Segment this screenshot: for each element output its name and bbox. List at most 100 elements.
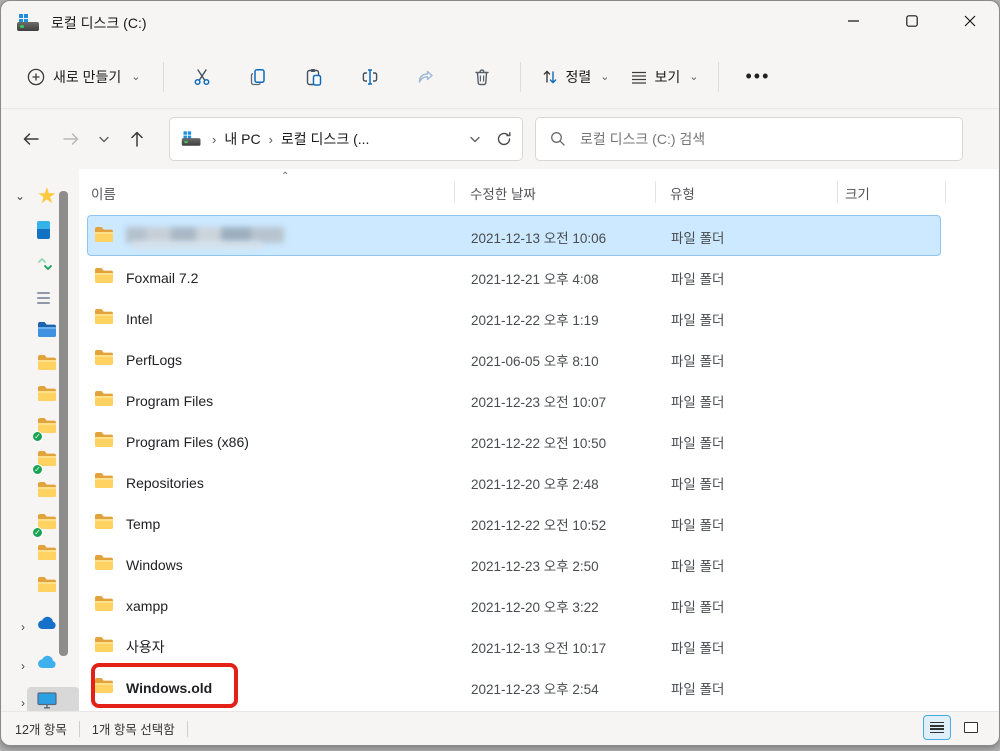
date-modified-cell: 2021-12-22 오전 10:50 bbox=[471, 421, 606, 462]
sort-ascending-icon: ⌃ bbox=[281, 171, 289, 182]
column-header-type[interactable]: 유형 bbox=[670, 183, 695, 203]
type-cell: 파일 폴더 bbox=[671, 298, 724, 339]
delete-button[interactable] bbox=[454, 58, 510, 96]
refresh-icon[interactable] bbox=[496, 131, 512, 147]
name-cell: Temp bbox=[94, 503, 160, 544]
large-icons-view-button[interactable] bbox=[957, 715, 985, 740]
sidebar-item-favorites-star[interactable]: ⌄★ bbox=[1, 185, 79, 211]
file-row[interactable]: Windows.old 2021-12-23 오후 2:54 파일 폴더 bbox=[87, 666, 941, 707]
file-row[interactable]: Program Files 2021-12-23 오전 10:07 파일 폴더 bbox=[87, 379, 941, 420]
file-row[interactable]: Foxmail 7.2 2021-12-21 오후 4:08 파일 폴더 bbox=[87, 256, 941, 297]
details-view-button[interactable] bbox=[923, 715, 951, 740]
chevron-right-icon[interactable]: › bbox=[21, 696, 25, 710]
search-box[interactable]: 로컬 디스크 (C:) 검색 bbox=[535, 117, 963, 161]
name-cell: Repositories bbox=[94, 462, 204, 503]
sidebar-item-cloud[interactable]: › bbox=[1, 655, 79, 681]
date-modified-cell: 2021-12-23 오후 2:50 bbox=[471, 544, 599, 585]
sidebar-item-folder[interactable] bbox=[1, 544, 79, 570]
minimize-button[interactable] bbox=[825, 1, 883, 41]
folder-icon bbox=[94, 431, 114, 453]
type-cell: 파일 폴더 bbox=[671, 380, 724, 421]
file-row[interactable]: PerfLogs 2021-06-05 오후 8:10 파일 폴더 bbox=[87, 338, 941, 379]
header-divider[interactable] bbox=[837, 181, 838, 203]
copy-button[interactable] bbox=[230, 58, 286, 96]
address-dropdown-icon[interactable] bbox=[470, 136, 480, 143]
sidebar-item-blue-folder[interactable] bbox=[1, 321, 79, 347]
sidebar-item-onedrive-cloud[interactable]: › bbox=[1, 616, 79, 642]
view-button[interactable]: 보기 ⌄ bbox=[620, 60, 709, 94]
file-row[interactable]: 사용자 2021-12-13 오전 10:17 파일 폴더 bbox=[87, 625, 941, 666]
folder-name: Repositories bbox=[126, 475, 204, 491]
header-divider[interactable] bbox=[655, 181, 656, 203]
header-divider[interactable] bbox=[454, 181, 455, 203]
sort-button[interactable]: 정렬 ⌄ bbox=[531, 60, 620, 94]
new-button[interactable]: 새로 만들기 ⌄ bbox=[15, 60, 153, 94]
file-row[interactable]: Temp 2021-12-22 오전 10:52 파일 폴더 bbox=[87, 502, 941, 543]
sidebar-item-folder-check[interactable]: ✓ bbox=[1, 513, 79, 539]
sync-arrows-icon bbox=[37, 257, 53, 276]
folder-icon bbox=[94, 308, 114, 330]
sidebar-item-folder-check[interactable]: ✓ bbox=[1, 450, 79, 476]
size-cell bbox=[833, 298, 943, 339]
sidebar-item-sync-arrows[interactable] bbox=[1, 257, 79, 283]
chevron-down-icon[interactable]: ⌄ bbox=[15, 189, 25, 203]
size-cell bbox=[833, 544, 943, 585]
close-button[interactable] bbox=[941, 1, 999, 41]
up-button[interactable] bbox=[117, 121, 157, 157]
window-controls bbox=[825, 1, 999, 41]
type-cell: 파일 폴더 bbox=[671, 462, 724, 503]
breadcrumb-local-disk[interactable]: 로컬 디스크 (... bbox=[281, 129, 370, 149]
column-header-name[interactable]: 이름 bbox=[91, 183, 116, 203]
file-row[interactable]: xampp 2021-12-20 오후 3:22 파일 폴더 bbox=[87, 584, 941, 625]
recent-locations-button[interactable] bbox=[91, 121, 117, 157]
folder-name: Program Files bbox=[126, 393, 213, 409]
column-header-date[interactable]: 수정한 날짜 bbox=[470, 183, 536, 203]
file-row[interactable]: 2021-12-13 오전 10:06 파일 폴더 bbox=[87, 215, 941, 256]
explorer-window: 로컬 디스크 (C:) 새로 만들기 ⌄ bbox=[0, 0, 1000, 746]
cut-button[interactable] bbox=[174, 58, 230, 96]
folder-icon bbox=[94, 636, 114, 658]
chevron-right-icon[interactable]: › bbox=[21, 659, 25, 673]
paste-button[interactable] bbox=[286, 58, 342, 96]
file-row[interactable]: Program Files (x86) 2021-12-22 오전 10:50 … bbox=[87, 420, 941, 461]
chevron-down-icon: ⌄ bbox=[689, 70, 698, 83]
sidebar-item-folder-check[interactable]: ✓ bbox=[1, 417, 79, 443]
breadcrumb-separator: › bbox=[212, 132, 216, 147]
toolbar-divider bbox=[520, 62, 521, 92]
name-cell: Program Files bbox=[94, 380, 213, 421]
sidebar-item-folder[interactable] bbox=[1, 354, 79, 380]
file-row[interactable]: Intel 2021-12-22 오후 1:19 파일 폴더 bbox=[87, 297, 941, 338]
folder-name: Windows bbox=[126, 557, 183, 573]
date-modified-cell: 2021-12-20 오후 3:22 bbox=[471, 585, 599, 626]
date-modified-cell: 2021-12-23 오후 2:54 bbox=[471, 667, 599, 708]
file-row[interactable]: Repositories 2021-12-20 오후 2:48 파일 폴더 bbox=[87, 461, 941, 502]
sidebar-item-folder[interactable] bbox=[1, 576, 79, 602]
file-row[interactable]: Windows 2021-12-23 오후 2:50 파일 폴더 bbox=[87, 543, 941, 584]
maximize-button[interactable] bbox=[883, 1, 941, 41]
date-modified-cell: 2021-12-21 오후 4:08 bbox=[471, 257, 599, 298]
date-modified-cell: 2021-12-13 오전 10:06 bbox=[471, 216, 606, 257]
forward-button[interactable] bbox=[51, 121, 91, 157]
sidebar-item-device[interactable] bbox=[1, 221, 79, 247]
back-button[interactable] bbox=[11, 121, 51, 157]
more-options-button[interactable]: ••• bbox=[729, 66, 786, 87]
sidebar-item-folder[interactable] bbox=[1, 385, 79, 411]
blue-folder-icon bbox=[37, 321, 57, 343]
folder-icon bbox=[94, 267, 114, 289]
share-icon bbox=[416, 67, 436, 87]
chevron-right-icon[interactable]: › bbox=[21, 620, 25, 634]
sidebar-item-this-pc[interactable]: › bbox=[1, 692, 79, 711]
date-modified-cell: 2021-12-22 오후 1:19 bbox=[471, 298, 599, 339]
rename-button[interactable] bbox=[342, 58, 398, 96]
sidebar-item-list[interactable] bbox=[1, 289, 79, 315]
date-modified-cell: 2021-12-22 오전 10:52 bbox=[471, 503, 606, 544]
sidebar-item-folder[interactable] bbox=[1, 481, 79, 507]
column-header-size[interactable]: 크기 bbox=[845, 183, 870, 203]
breadcrumb-my-pc[interactable]: 내 PC bbox=[224, 129, 260, 149]
chevron-down-icon: ⌄ bbox=[600, 70, 609, 83]
share-button[interactable] bbox=[398, 58, 454, 96]
address-bar[interactable]: › 내 PC › 로컬 디스크 (... bbox=[169, 117, 523, 161]
header-divider[interactable] bbox=[945, 181, 946, 203]
size-cell bbox=[833, 503, 943, 544]
type-cell: 파일 폴더 bbox=[671, 257, 724, 298]
